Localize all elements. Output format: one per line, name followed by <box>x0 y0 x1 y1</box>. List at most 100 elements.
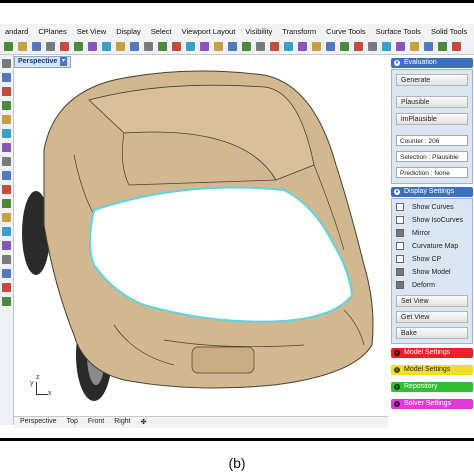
generate-button[interactable]: Generate <box>396 74 468 86</box>
tool-icon[interactable] <box>2 213 11 222</box>
bottom-border <box>0 438 474 441</box>
menu-set-view[interactable]: Set View <box>72 24 111 40</box>
collapse-icon: ▾ <box>394 189 400 195</box>
side-panel: ▾ Evaluation Generate Plausible imPlausi… <box>390 56 474 424</box>
top-toolbar <box>0 40 474 55</box>
tool-icon[interactable] <box>452 42 461 51</box>
tool-icon[interactable] <box>144 42 153 51</box>
tool-icon[interactable] <box>158 42 167 51</box>
tool-icon[interactable] <box>2 241 11 250</box>
tool-icon[interactable] <box>256 42 265 51</box>
set-view-button[interactable]: Set View <box>396 295 468 307</box>
tool-icon[interactable] <box>242 42 251 51</box>
expand-icon: › <box>394 367 400 373</box>
tool-icon[interactable] <box>18 42 27 51</box>
tool-icon[interactable] <box>214 42 223 51</box>
tool-icon[interactable] <box>354 42 363 51</box>
evaluation-title: Evaluation <box>404 59 437 66</box>
model-settings-header-yellow[interactable]: › Model Settings <box>391 365 473 375</box>
tool-icon[interactable] <box>130 42 139 51</box>
tab-front[interactable]: Front <box>83 417 109 428</box>
menu-transform[interactable]: Transform <box>277 24 321 40</box>
menu-cplanes[interactable]: CPlanes <box>33 24 71 40</box>
plausible-button[interactable]: Plausible <box>396 96 468 108</box>
tool-icon[interactable] <box>2 185 11 194</box>
tool-icon[interactable] <box>88 42 97 51</box>
tool-icon[interactable] <box>340 42 349 51</box>
tab-right[interactable]: Right <box>109 417 135 428</box>
menu-surface-tools[interactable]: Surface Tools <box>371 24 426 40</box>
tool-icon[interactable] <box>2 171 11 180</box>
tab-perspective[interactable]: Perspective <box>14 417 62 428</box>
tool-icon[interactable] <box>298 42 307 51</box>
evaluation-group: Generate Plausible imPlausible Counter :… <box>391 69 473 184</box>
menu-standard[interactable]: andard <box>0 24 33 40</box>
tool-icon[interactable] <box>2 73 11 82</box>
tool-icon[interactable] <box>200 42 209 51</box>
tool-icon[interactable] <box>2 101 11 110</box>
tool-icon[interactable] <box>438 42 447 51</box>
display-settings-title: Display Settings <box>404 188 455 195</box>
model-settings-header-red[interactable]: › Model Settings <box>391 348 473 358</box>
menu-viewport-layout[interactable]: Viewport Layout <box>177 24 241 40</box>
perspective-viewport[interactable] <box>14 55 388 416</box>
tool-icon[interactable] <box>2 143 11 152</box>
car-model <box>22 70 374 401</box>
menu-bar: andard CPlanes Set View Display Select V… <box>0 24 474 41</box>
display-settings-header[interactable]: ▾ Display Settings <box>391 187 473 197</box>
tool-icon[interactable] <box>2 283 11 292</box>
checkbox-label: Curvature Map <box>412 243 459 250</box>
tool-icon[interactable] <box>228 42 237 51</box>
tool-icon[interactable] <box>410 42 419 51</box>
menu-solid-tools[interactable]: Solid Tools <box>426 24 472 40</box>
chevron-down-icon[interactable]: ▾ <box>60 57 67 66</box>
tool-icon[interactable] <box>312 42 321 51</box>
menu-select[interactable]: Select <box>146 24 177 40</box>
bake-button[interactable]: Bake <box>396 327 468 339</box>
tab-top[interactable]: Top <box>62 417 83 428</box>
repository-header[interactable]: › Repository <box>391 382 473 392</box>
figure-caption: (b) <box>228 455 246 471</box>
menu-curve-tools[interactable]: Curve Tools <box>321 24 370 40</box>
checkbox-label: Show CP <box>412 256 442 263</box>
checkbox-label: Show IsoCurves <box>412 217 463 224</box>
checkbox-label: Deform <box>412 282 435 289</box>
tool-icon[interactable] <box>368 42 377 51</box>
tool-icon[interactable] <box>382 42 391 51</box>
tool-icon[interactable] <box>4 42 13 51</box>
tool-icon[interactable] <box>270 42 279 51</box>
evaluation-header[interactable]: ▾ Evaluation <box>391 58 473 68</box>
tool-icon[interactable] <box>2 87 11 96</box>
tool-icon[interactable] <box>2 297 11 306</box>
get-view-button[interactable]: Get View <box>396 311 468 323</box>
tool-icon[interactable] <box>2 157 11 166</box>
tool-icon[interactable] <box>284 42 293 51</box>
checkbox-box <box>396 281 404 289</box>
checkbox-box <box>396 268 404 276</box>
tool-icon[interactable] <box>2 269 11 278</box>
add-viewport-icon[interactable]: ✤ <box>136 417 152 428</box>
tool-icon[interactable] <box>172 42 181 51</box>
tool-icon[interactable] <box>186 42 195 51</box>
tool-icon[interactable] <box>2 115 11 124</box>
tool-icon[interactable] <box>326 42 335 51</box>
solver-settings-header[interactable]: › Solver Settings <box>391 399 473 409</box>
tool-icon[interactable] <box>32 42 41 51</box>
tool-icon[interactable] <box>2 199 11 208</box>
tool-icon[interactable] <box>116 42 125 51</box>
tool-icon[interactable] <box>424 42 433 51</box>
tool-icon[interactable] <box>2 59 11 68</box>
tool-icon[interactable] <box>396 42 405 51</box>
tool-icon[interactable] <box>2 227 11 236</box>
tool-icon[interactable] <box>2 129 11 138</box>
top-border <box>0 0 474 3</box>
menu-visibility[interactable]: Visibility <box>240 24 277 40</box>
tool-icon[interactable] <box>60 42 69 51</box>
tool-icon[interactable] <box>102 42 111 51</box>
tool-icon[interactable] <box>46 42 55 51</box>
selection-field: Selection : Plausible <box>396 151 468 162</box>
menu-display[interactable]: Display <box>111 24 146 40</box>
implausible-button[interactable]: imPlausible <box>396 113 468 125</box>
tool-icon[interactable] <box>2 255 11 264</box>
tool-icon[interactable] <box>74 42 83 51</box>
